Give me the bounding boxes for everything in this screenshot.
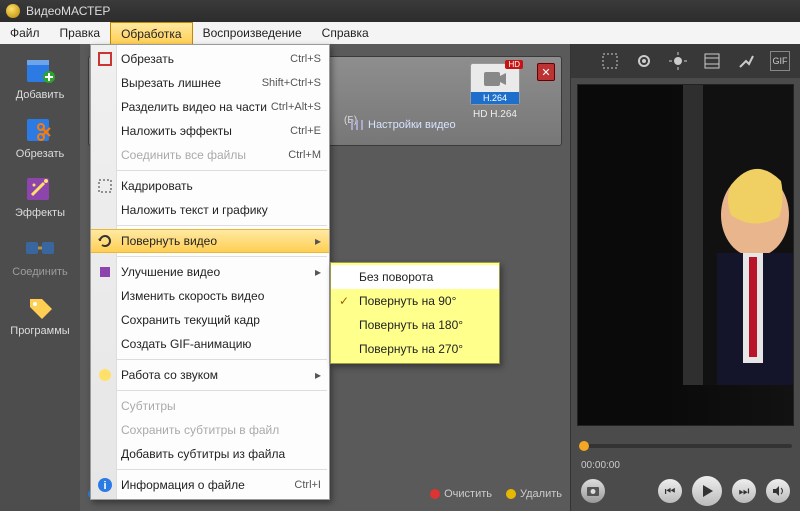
menu-processing[interactable]: Обработка (110, 22, 193, 44)
preview-toolbar: GIF (571, 44, 800, 78)
film-tool-icon[interactable] (702, 51, 722, 71)
app-logo-icon (6, 4, 20, 18)
tool-trim[interactable]: Обрезать (5, 111, 75, 164)
menu-item-7[interactable]: Наложить текст и графику (91, 198, 329, 222)
menu-item-12[interactable]: Изменить скорость видео (91, 284, 329, 308)
menu-item-22[interactable]: iИнформация о файлеCtrl+I (91, 473, 329, 497)
submenu-no-rotation[interactable]: Без поворота (331, 265, 499, 289)
tool-join[interactable]: Соединить (5, 229, 75, 282)
menu-item-16[interactable]: Работа со звуком▸ (91, 363, 329, 387)
rotate-submenu: Без поворота Повернуть на 90° Повернуть … (330, 262, 500, 364)
prev-button[interactable]: ⏮ (658, 479, 682, 503)
submenu-rotate-270[interactable]: Повернуть на 270° (331, 337, 499, 361)
title-bar: ВидеоМАСТЕР (0, 0, 800, 22)
volume-button[interactable] (766, 479, 790, 503)
submenu-rotate-180[interactable]: Повернуть на 180° (331, 313, 499, 337)
menu-playback[interactable]: Воспроизведение (193, 22, 312, 44)
svg-text:i: i (103, 480, 106, 492)
crop-tool-icon[interactable] (600, 51, 620, 71)
menu-item-13[interactable]: Сохранить текущий кадр (91, 308, 329, 332)
equalizer-icon (350, 118, 364, 132)
join-icon (22, 233, 58, 263)
gif-tool[interactable]: GIF (770, 51, 790, 71)
app-title: ВидеоМАСТЕР (26, 4, 110, 18)
info-icon: i (95, 475, 115, 495)
playback-controls: ⏮ ⏭ (571, 471, 800, 511)
video-settings-link[interactable]: Настройки видео (350, 118, 456, 132)
menu-item-11[interactable]: Улучшение видео▸ (91, 260, 329, 284)
menu-edit[interactable]: Правка (50, 22, 111, 44)
menu-item-19: Сохранить субтитры в файл (91, 418, 329, 442)
format-card[interactable]: HD H.264 HD H.264 (461, 63, 529, 139)
wand-sparkle-icon (22, 174, 58, 204)
chevron-right-icon: ▸ (315, 265, 321, 279)
snapshot-button[interactable] (581, 479, 605, 503)
video-preview[interactable] (577, 84, 794, 426)
menu-item-9[interactable]: Повернуть видео▸ (91, 229, 329, 253)
play-button[interactable] (692, 476, 722, 506)
menu-item-4: Соединить все файлыCtrl+M (91, 143, 329, 167)
filmstrip-scissors-icon (22, 115, 58, 145)
gear-tool-icon[interactable] (634, 51, 654, 71)
menu-bar: Файл Правка Обработка Воспроизведение Сп… (0, 22, 800, 44)
tag-icon (22, 292, 58, 322)
menu-item-20[interactable]: Добавить субтитры из файла (91, 442, 329, 466)
speed-icon[interactable] (736, 51, 756, 71)
menu-item-14[interactable]: Создать GIF-анимацию (91, 332, 329, 356)
menu-item-1[interactable]: Вырезать лишнееShift+Ctrl+S (91, 71, 329, 95)
format-label: HD H.264 (473, 109, 517, 120)
submenu-rotate-90[interactable]: Повернуть на 90° (331, 289, 499, 313)
camera-icon (482, 69, 508, 89)
tool-effects[interactable]: Эффекты (5, 170, 75, 223)
crop-icon (95, 49, 115, 69)
menu-item-2[interactable]: Разделить видео на частиCtrl+Alt+S (91, 95, 329, 119)
chevron-right-icon: ▸ (315, 234, 321, 248)
menu-help[interactable]: Справка (312, 22, 379, 44)
filmstrip-plus-icon (22, 56, 58, 86)
next-button[interactable]: ⏭ (732, 479, 756, 503)
menu-file[interactable]: Файл (0, 22, 50, 44)
frame-icon (95, 176, 115, 196)
processing-menu: ОбрезатьCtrl+SВырезать лишнееShift+Ctrl+… (90, 44, 330, 500)
preview-panel: GIF 00:00:00 ⏮ ⏭ (570, 44, 800, 511)
menu-item-6[interactable]: Кадрировать (91, 174, 329, 198)
chevron-right-icon: ▸ (315, 368, 321, 382)
codec-label: H.264 (471, 92, 519, 104)
seek-thumb-icon[interactable] (579, 441, 589, 451)
brightness-icon[interactable] (668, 51, 688, 71)
sound-icon (95, 365, 115, 385)
menu-item-3[interactable]: Наложить эффектыCtrl+E (91, 119, 329, 143)
tool-add[interactable]: Добавить (5, 52, 75, 105)
time-label: 00:00:00 (571, 460, 800, 471)
hd-badge: HD (505, 60, 523, 69)
delete-button[interactable]: Удалить (506, 488, 562, 500)
clear-button[interactable]: Очистить (430, 488, 492, 500)
tool-programs[interactable]: Программы (5, 288, 75, 341)
preview-image (683, 85, 793, 385)
left-toolbar: Добавить Обрезать Эффекты Соединить Прог… (0, 44, 80, 511)
seek-track[interactable] (579, 444, 792, 448)
rotate-icon (95, 231, 115, 251)
enhance-icon (95, 262, 115, 282)
menu-item-18: Субтитры (91, 394, 329, 418)
close-format-button[interactable]: ✕ (537, 63, 555, 81)
menu-item-0[interactable]: ОбрезатьCtrl+S (91, 47, 329, 71)
time-bar (571, 432, 800, 460)
